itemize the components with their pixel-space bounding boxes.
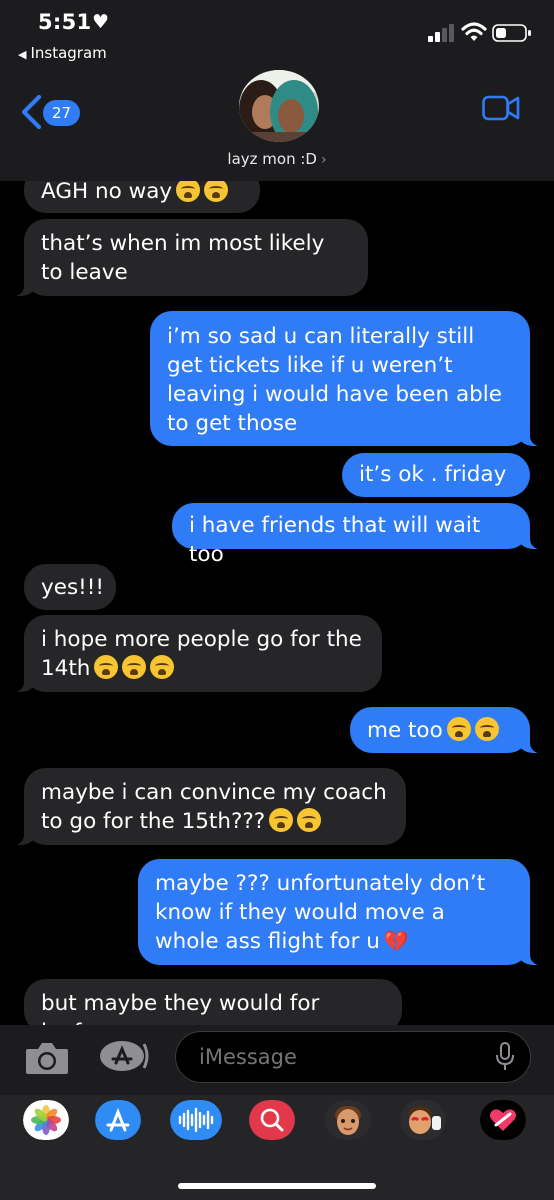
- contact-avatar[interactable]: [239, 70, 319, 142]
- message-bubble-incoming[interactable]: AGH no way: [24, 181, 260, 213]
- message-bubble-incoming[interactable]: that’s when im most likely to leave: [10, 219, 368, 296]
- loudly-crying-face-icon: [176, 181, 201, 202]
- loudly-crying-face-icon: [269, 808, 294, 832]
- message-text: AGH no way: [41, 181, 173, 204]
- facetime-video-icon[interactable]: [482, 95, 520, 121]
- image-search-app-icon[interactable]: [249, 1100, 295, 1140]
- message-text: me too: [367, 718, 443, 743]
- message-text: maybe ??? unfortunately don’t know if th…: [155, 871, 486, 954]
- heart-icon: ♥: [92, 11, 110, 33]
- message-text: i hope more people go for the 14th: [41, 627, 362, 681]
- app-store-app-icon[interactable]: [95, 1100, 141, 1140]
- loudly-crying-face-icon: [94, 655, 119, 679]
- back-chevron-icon[interactable]: [20, 94, 42, 130]
- back-app-label: Instagram: [30, 44, 107, 62]
- battery-icon: [492, 24, 531, 42]
- message-bubble-incoming[interactable]: yes!!!: [24, 564, 116, 610]
- back-triangle-icon: ◀: [18, 48, 27, 61]
- message-bubble-outgoing[interactable]: maybe ??? unfortunately don’t know if th…: [138, 859, 544, 965]
- message-bubble-outgoing[interactable]: it’s ok . friday .: [342, 453, 530, 516]
- status-time: 5:51: [38, 10, 92, 34]
- digital-touch-app-icon[interactable]: [480, 1100, 526, 1140]
- loudly-crying-face-icon: [474, 717, 499, 741]
- message-text: yes!!!: [41, 575, 105, 600]
- loudly-crying-face-icon: [204, 181, 229, 202]
- message-bubble-incoming[interactable]: i hope more people go for the 14th: [10, 615, 382, 692]
- message-text: i have friends that will wait too: [189, 513, 481, 567]
- app-store-drawer-toggle-icon[interactable]: [98, 1040, 152, 1072]
- message-text: i’m so sad u can literally still get tic…: [167, 324, 502, 436]
- cellular-signal-icon: [428, 24, 454, 42]
- imessage-input[interactable]: [175, 1031, 531, 1083]
- home-indicator[interactable]: [178, 1183, 376, 1189]
- wifi-icon: [461, 22, 487, 41]
- contact-name: layz mon :D: [227, 150, 317, 168]
- chevron-right-icon: ›: [320, 152, 327, 168]
- loudly-crying-face-icon: [446, 717, 471, 741]
- camera-icon[interactable]: [24, 1040, 70, 1076]
- memoji-app-icon[interactable]: [325, 1100, 371, 1140]
- loudly-crying-face-icon: [122, 655, 147, 679]
- audio-message-app-icon[interactable]: [170, 1100, 222, 1140]
- message-text: that’s when im most likely to leave: [41, 231, 325, 285]
- message-thread[interactable]: AGH no way that’s when im most likely to…: [0, 181, 554, 1025]
- back-to-app-link[interactable]: ◀ Instagram: [18, 44, 107, 62]
- message-bubble-outgoing[interactable]: me too: [350, 707, 544, 753]
- contact-name-button[interactable]: layz mon :D ›: [0, 150, 554, 168]
- message-text: maybe i can convince my coach to go for …: [41, 780, 387, 834]
- loudly-crying-face-icon: [150, 655, 175, 679]
- message-bubble-incoming[interactable]: maybe i can convince my coach to go for …: [10, 768, 406, 845]
- unread-count-badge[interactable]: 27: [43, 100, 80, 126]
- microphone-icon[interactable]: [494, 1042, 516, 1072]
- message-text: but maybe they would for laufey: [41, 991, 320, 1025]
- broken-heart-icon: 💔: [383, 929, 409, 953]
- memoji-stickers-app-icon[interactable]: [400, 1100, 446, 1140]
- loudly-crying-face-icon: [297, 808, 322, 832]
- message-bubble-outgoing[interactable]: i’m so sad u can literally still get tic…: [150, 311, 544, 446]
- message-bubble-outgoing[interactable]: i have friends that will wait too: [172, 503, 544, 567]
- message-bubble-incoming[interactable]: but maybe they would for laufey: [24, 979, 402, 1025]
- photos-app-icon[interactable]: [23, 1100, 69, 1140]
